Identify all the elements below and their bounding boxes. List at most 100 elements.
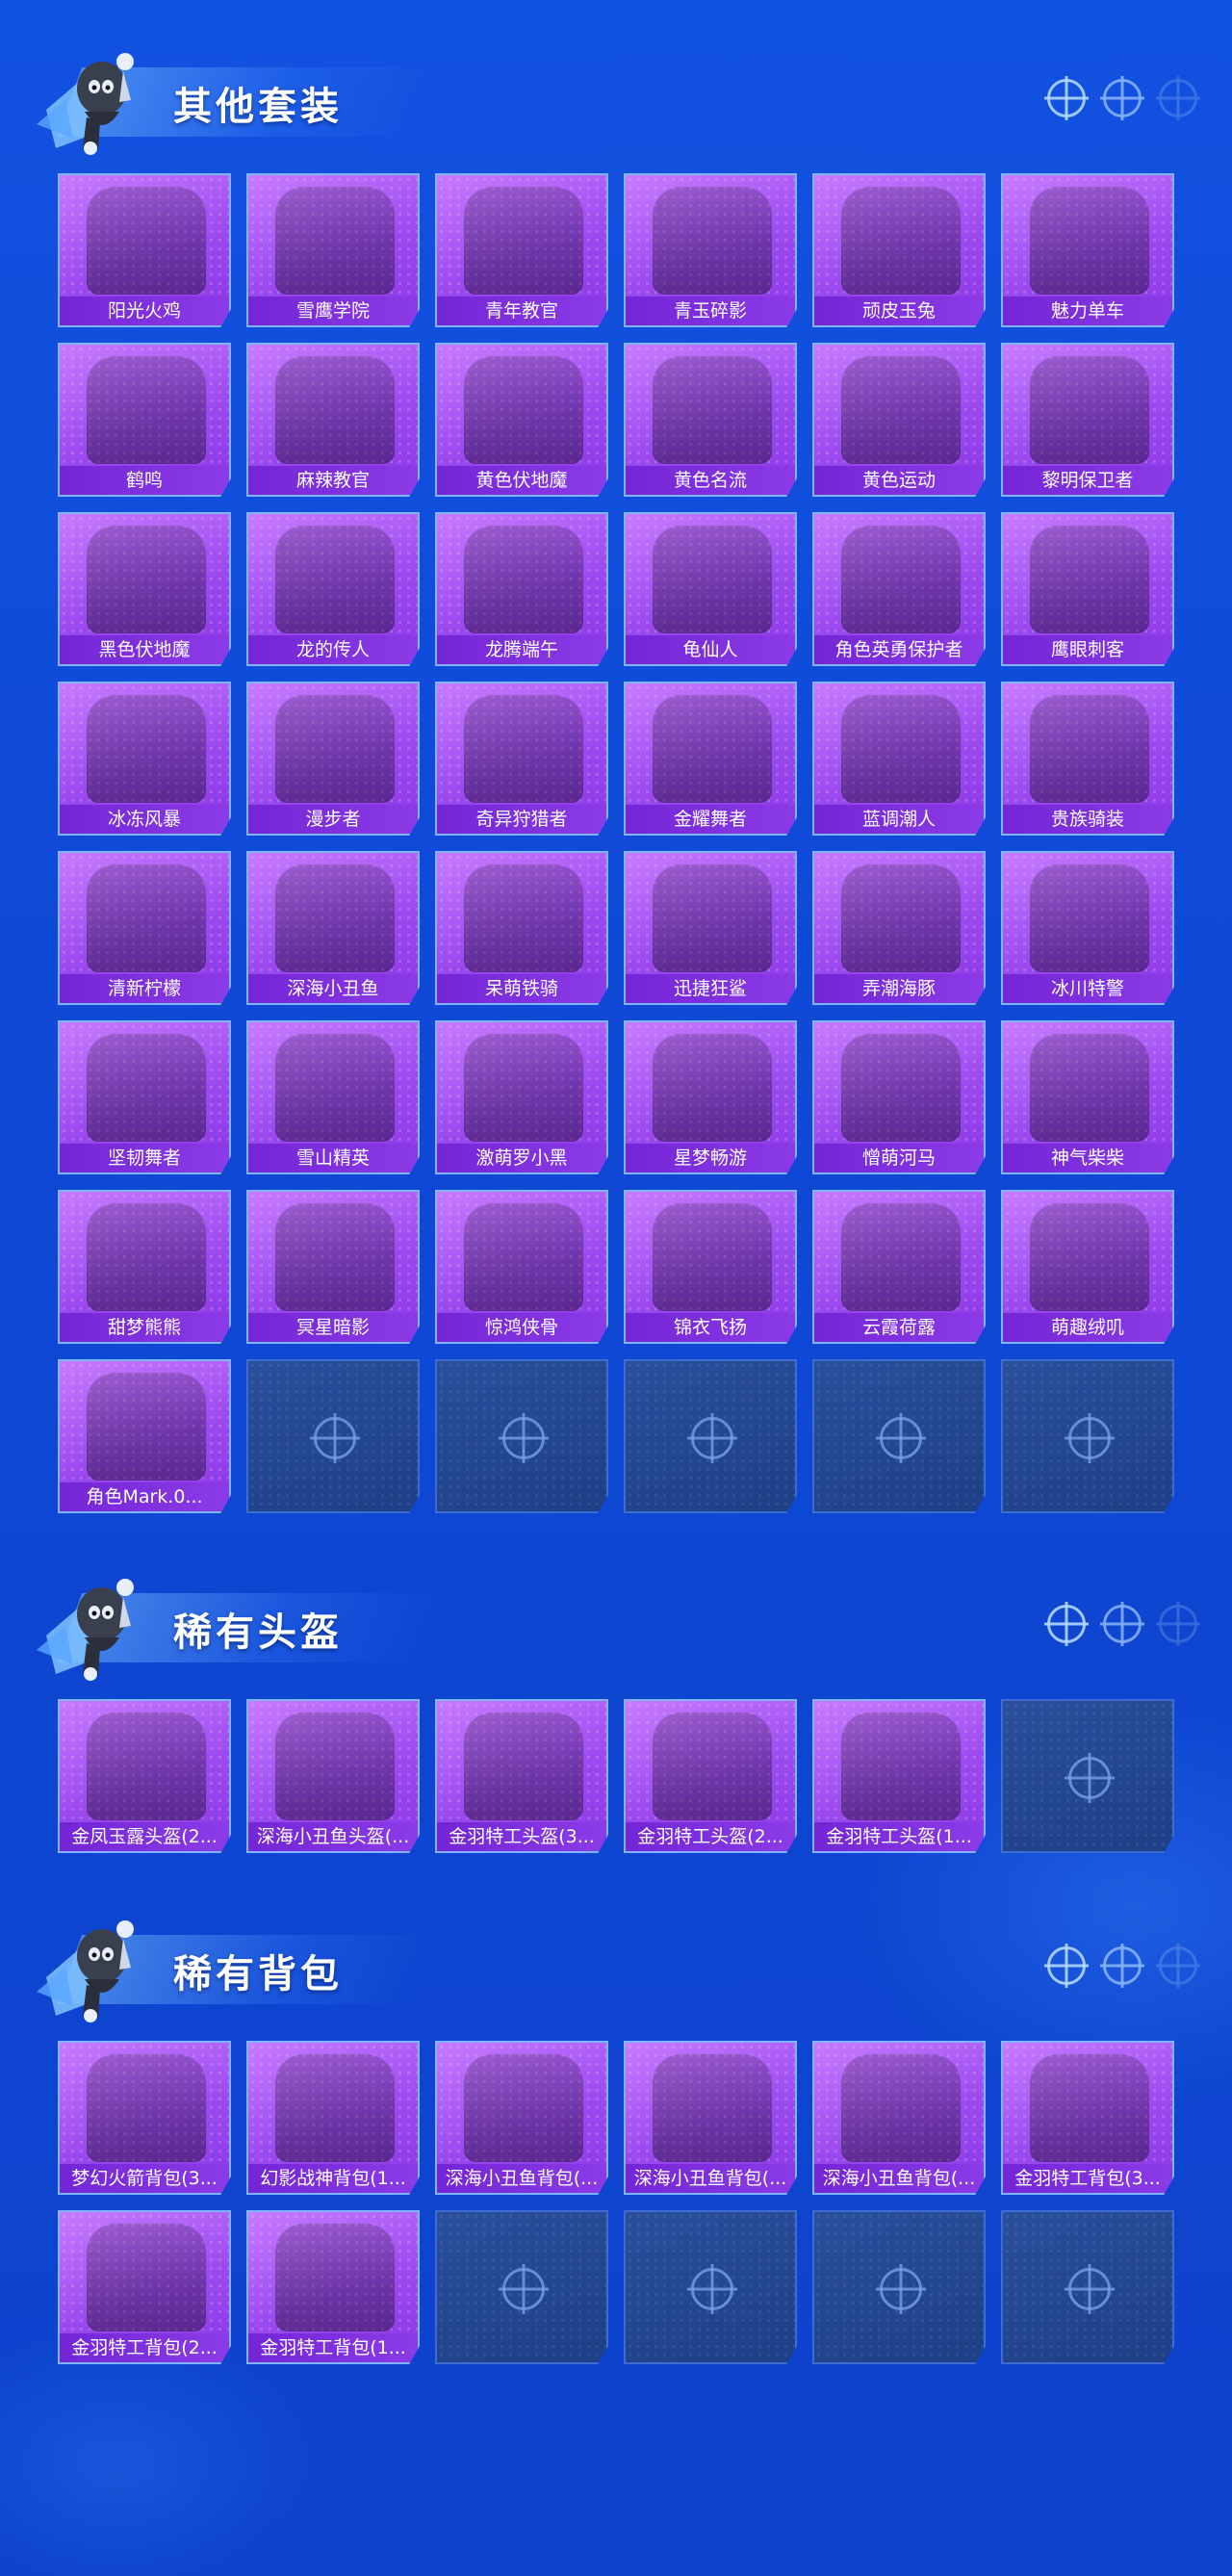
item-image	[87, 864, 206, 972]
item-label: 阳光火鸡	[60, 296, 229, 325]
item-label: 龙腾端午	[437, 635, 606, 664]
item-card[interactable]: 麻辣教官	[246, 343, 420, 497]
crosshair-icon	[1047, 1605, 1086, 1643]
section-header: 稀有背包	[0, 1906, 1232, 2022]
item-image	[841, 356, 961, 464]
item-card[interactable]: 云霞荷露	[812, 1190, 986, 1344]
item-label: 迅捷狂鲨	[626, 974, 795, 1003]
empty-slot	[435, 2210, 608, 2364]
crosshair-icon	[1159, 1605, 1197, 1643]
item-card[interactable]: 魅力单车	[1001, 173, 1174, 327]
item-label: 雪山精英	[248, 1144, 418, 1172]
item-label: 青年教官	[437, 296, 606, 325]
item-image	[841, 1713, 961, 1820]
crosshair-icon	[314, 1417, 356, 1459]
item-card[interactable]: 贵族骑装	[1001, 682, 1174, 836]
item-card[interactable]: 甜梦熊熊	[58, 1190, 231, 1344]
item-label: 龟仙人	[626, 635, 795, 664]
section-title: 稀有背包	[173, 1952, 343, 1996]
item-card[interactable]: 金羽特工头盔(3...	[435, 1699, 608, 1853]
item-card[interactable]: 青玉碎影	[624, 173, 797, 327]
item-card[interactable]: 黑色伏地魔	[58, 512, 231, 666]
item-card[interactable]: 龙腾端午	[435, 512, 608, 666]
item-card[interactable]: 金凤玉露头盔(2...	[58, 1699, 231, 1853]
item-label: 金羽特工背包(2...	[60, 2333, 229, 2362]
section-1: 稀有头盔 金凤玉露头盔(2... 深海小丑鱼头盔(... 金羽特工头盔(3... 金羽特…	[0, 1564, 1232, 1853]
item-card[interactable]: 清新柠檬	[58, 851, 231, 1005]
item-label: 坚韧舞者	[60, 1144, 229, 1172]
crosshair-icon	[1159, 79, 1197, 117]
item-image	[1030, 356, 1149, 464]
item-card[interactable]: 萌趣绒叽	[1001, 1190, 1174, 1344]
item-card[interactable]: 深海小丑鱼	[246, 851, 420, 1005]
item-card[interactable]: 神气柴柴	[1001, 1020, 1174, 1174]
section-header: 其他套装	[0, 39, 1232, 155]
item-card[interactable]: 金羽特工头盔(2...	[624, 1699, 797, 1853]
item-image	[841, 864, 961, 972]
item-label: 金羽特工背包(3...	[1003, 2164, 1172, 2193]
item-label: 贵族骑装	[1003, 805, 1172, 834]
crosshair-icon	[880, 2268, 922, 2310]
crosshair-icon	[1068, 1417, 1111, 1459]
item-card[interactable]: 金羽特工背包(2...	[58, 2210, 231, 2364]
item-card[interactable]: 顽皮玉兔	[812, 173, 986, 327]
item-card[interactable]: 黄色伏地魔	[435, 343, 608, 497]
item-card[interactable]: 黄色名流	[624, 343, 797, 497]
item-card[interactable]: 奇异狩猎者	[435, 682, 608, 836]
item-image	[87, 2224, 206, 2331]
item-card[interactable]: 阳光火鸡	[58, 173, 231, 327]
empty-slot	[812, 2210, 986, 2364]
item-image	[87, 1713, 206, 1820]
item-label: 鹤鸣	[60, 466, 229, 495]
item-card[interactable]: 龟仙人	[624, 512, 797, 666]
item-card[interactable]: 冥星暗影	[246, 1190, 420, 1344]
item-card[interactable]: 金羽特工背包(1...	[246, 2210, 420, 2364]
crosshair-icon	[1068, 2268, 1111, 2310]
item-card[interactable]: 蓝调潮人	[812, 682, 986, 836]
item-label: 甜梦熊熊	[60, 1313, 229, 1342]
item-card[interactable]: 深海小丑鱼背包(...	[435, 2041, 608, 2195]
item-image	[275, 1713, 395, 1820]
item-card[interactable]: 龙的传人	[246, 512, 420, 666]
item-card[interactable]: 幻影战神背包(1...	[246, 2041, 420, 2195]
item-card[interactable]: 憎萌河马	[812, 1020, 986, 1174]
item-card[interactable]: 黄色运动	[812, 343, 986, 497]
item-card[interactable]: 青年教官	[435, 173, 608, 327]
item-card[interactable]: 激萌罗小黑	[435, 1020, 608, 1174]
item-card[interactable]: 星梦畅游	[624, 1020, 797, 1174]
item-image	[87, 2054, 206, 2162]
item-card[interactable]: 坚韧舞者	[58, 1020, 231, 1174]
item-card[interactable]: 金耀舞者	[624, 682, 797, 836]
item-card[interactable]: 惊鸿侠骨	[435, 1190, 608, 1344]
item-image	[1030, 187, 1149, 295]
item-card[interactable]: 漫步者	[246, 682, 420, 836]
item-card[interactable]: 鹤鸣	[58, 343, 231, 497]
item-grid: 梦幻火箭背包(3... 幻影战神背包(1... 深海小丑鱼背包(... 深海小丑鱼背包…	[58, 2041, 1174, 2364]
item-card[interactable]: 深海小丑鱼头盔(...	[246, 1699, 420, 1853]
section-2: 稀有背包 梦幻火箭背包(3... 幻影战神背包(1... 深海小丑鱼背包(... 深海小…	[0, 1906, 1232, 2364]
item-card[interactable]: 梦幻火箭背包(3...	[58, 2041, 231, 2195]
item-card[interactable]: 金羽特工头盔(1...	[812, 1699, 986, 1853]
item-image	[464, 2054, 583, 2162]
empty-slot	[435, 1359, 608, 1513]
item-image	[87, 356, 206, 464]
item-card[interactable]: 深海小丑鱼背包(...	[812, 2041, 986, 2195]
item-card[interactable]: 深海小丑鱼背包(...	[624, 2041, 797, 2195]
crosshair-icon	[691, 1417, 733, 1459]
item-card[interactable]: 迅捷狂鲨	[624, 851, 797, 1005]
item-card[interactable]: 角色Mark.0...	[58, 1359, 231, 1513]
item-card[interactable]: 锦衣飞扬	[624, 1190, 797, 1344]
item-card[interactable]: 雪山精英	[246, 1020, 420, 1174]
item-label: 蓝调潮人	[814, 805, 984, 834]
item-card[interactable]: 雪鹰学院	[246, 173, 420, 327]
item-card[interactable]: 冰冻风暴	[58, 682, 231, 836]
item-card[interactable]: 鹰眼刺客	[1001, 512, 1174, 666]
item-card[interactable]: 呆萌铁骑	[435, 851, 608, 1005]
item-card[interactable]: 冰川特警	[1001, 851, 1174, 1005]
item-card[interactable]: 金羽特工背包(3...	[1001, 2041, 1174, 2195]
item-card[interactable]: 弄潮海豚	[812, 851, 986, 1005]
item-card[interactable]: 角色英勇保护者	[812, 512, 986, 666]
item-card[interactable]: 黎明保卫者	[1001, 343, 1174, 497]
item-label: 鹰眼刺客	[1003, 635, 1172, 664]
item-label: 角色Mark.0...	[60, 1482, 229, 1511]
